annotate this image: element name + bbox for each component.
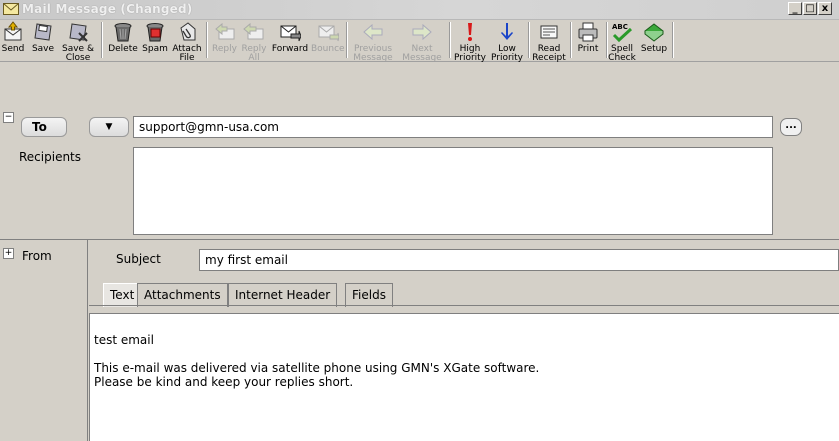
forward-icon (280, 25, 301, 42)
body-line: Please be kind and keep your replies sho… (94, 375, 354, 389)
high-priority-button[interactable]: High Priority (452, 19, 488, 63)
printer-icon (578, 22, 598, 42)
forward-button[interactable]: Forward (270, 19, 310, 61)
reply-all-button[interactable]: Reply All (240, 19, 268, 63)
read-receipt-icon (540, 25, 558, 39)
header-divider (0, 239, 839, 240)
paperclip-icon (180, 22, 196, 41)
toolbar-separator (449, 22, 451, 58)
collapse-header-toggle[interactable]: − (3, 112, 14, 123)
bounce-icon (318, 25, 339, 42)
tab-baseline (89, 305, 839, 306)
setup-button[interactable]: Setup (638, 19, 670, 61)
save-icon (34, 23, 52, 41)
close-button[interactable]: x (818, 2, 832, 15)
low-priority-icon (501, 23, 513, 40)
recipients-label: Recipients (19, 150, 82, 164)
tab-attachments[interactable]: Attachments (137, 283, 228, 307)
from-label: From (22, 249, 52, 263)
tab-fields[interactable]: Fields (345, 283, 393, 307)
high-priority-icon (468, 23, 472, 41)
reply-button[interactable]: Reply (211, 19, 238, 61)
setup-icon (644, 23, 664, 42)
delete-button[interactable]: Delete (106, 19, 140, 61)
message-body-editor[interactable]: test email This e-mail was delivered via… (89, 313, 839, 441)
send-icon (4, 21, 22, 41)
toolbar: Send Save Save & Close Delete Spam Attac… (0, 19, 839, 63)
toolbar-separator (570, 22, 572, 58)
spell-check-button[interactable]: ABC Spell Check (607, 19, 637, 63)
toolbar-separator (346, 22, 348, 58)
to-field[interactable]: support@gmn-usa.com (133, 116, 773, 138)
arrow-right-icon (412, 23, 432, 41)
trash-icon (114, 23, 132, 42)
subject-field[interactable]: my first email (199, 249, 839, 271)
save-button[interactable]: Save (28, 19, 58, 61)
to-dropdown-button[interactable]: ▼ (89, 117, 129, 137)
to-button-label: To (32, 120, 47, 134)
bounce-button[interactable]: Bounce (311, 19, 345, 61)
save-close-icon (69, 23, 88, 42)
send-button[interactable]: Send (0, 19, 26, 61)
left-column-divider (87, 240, 88, 441)
more-recipients-button[interactable]: ... (780, 118, 802, 136)
subject-label: Subject (116, 252, 161, 266)
save-close-button[interactable]: Save & Close (60, 19, 96, 63)
arrow-left-icon (363, 23, 383, 41)
recipients-list[interactable] (133, 147, 773, 235)
minimize-button[interactable]: _ (788, 2, 802, 15)
to-button[interactable]: To (21, 117, 67, 137)
toolbar-separator (672, 22, 674, 58)
low-priority-button[interactable]: Low Priority (490, 19, 524, 63)
tab-text[interactable]: Text (103, 283, 142, 307)
spam-button[interactable]: Spam (141, 19, 169, 61)
window-title: Mail Message (Changed) (22, 2, 193, 16)
toolbar-separator (528, 22, 530, 58)
svg-text:ABC: ABC (612, 23, 628, 31)
body-line: This e-mail was delivered via satellite … (94, 361, 540, 375)
attach-file-button[interactable]: Attach File (170, 19, 204, 63)
next-message-button[interactable]: Next Message (398, 19, 446, 63)
mail-envelope-icon (3, 3, 19, 15)
body-line: test email (94, 333, 154, 347)
toolbar-separator (206, 22, 208, 58)
title-bar: Mail Message (Changed) _ □ x (0, 0, 839, 20)
print-button[interactable]: Print (573, 19, 603, 61)
previous-message-button[interactable]: Previous Message (349, 19, 397, 63)
spell-check-icon: ABC (612, 23, 633, 43)
tab-internet-header[interactable]: Internet Header (228, 283, 338, 307)
toolbar-separator (101, 22, 103, 58)
expand-from-toggle[interactable]: + (3, 248, 14, 259)
maximize-button[interactable]: □ (803, 2, 817, 15)
reply-icon (214, 22, 234, 40)
read-receipt-button[interactable]: Read Receipt (531, 19, 567, 63)
reply-all-icon (243, 22, 264, 40)
spam-icon (146, 23, 164, 42)
